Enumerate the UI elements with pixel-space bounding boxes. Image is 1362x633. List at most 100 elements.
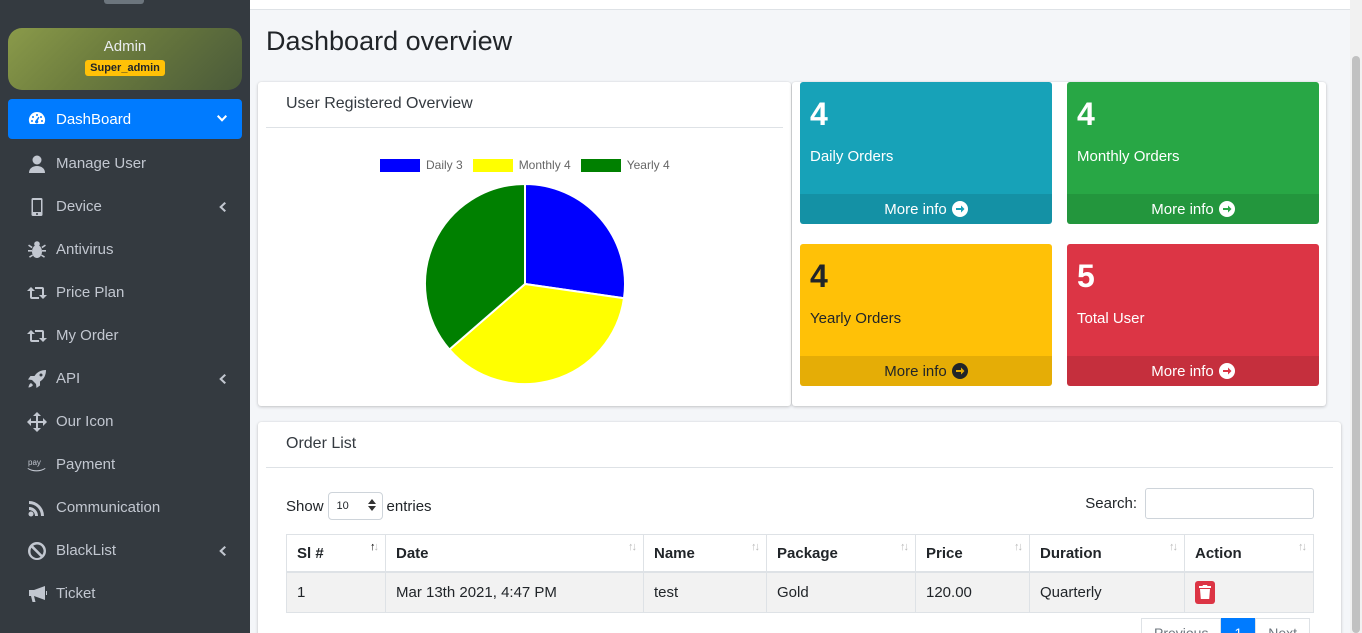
stat-value: 5 [1077, 258, 1095, 294]
more-info-label: More info [1151, 362, 1214, 380]
ban-icon [26, 541, 48, 561]
table-header-row: Sl # ↑↓ Date ↑↓ Name ↑↓ Package ↑↓ Price ↑↓ D… [286, 534, 1314, 573]
mobile-icon [26, 197, 48, 217]
sidebar-item-label: Manage User [56, 155, 147, 172]
arrow-circle-right-icon [951, 363, 968, 379]
retweet-icon [26, 283, 48, 303]
more-info-link[interactable]: More info [1067, 194, 1319, 224]
updown-icon [367, 498, 376, 514]
yearly-orders-box: 4 Yearly Orders More info [800, 244, 1052, 386]
stat-label: Total User [1077, 310, 1145, 327]
sidebar-item-blacklist[interactable]: BlackList [8, 529, 242, 572]
legend-swatch [472, 158, 513, 172]
previous-page-button[interactable]: Previous [1141, 618, 1222, 633]
more-info-label: More info [1151, 200, 1214, 218]
bug-icon [26, 240, 48, 260]
chevron-down-icon [216, 113, 228, 125]
legend-swatch [580, 158, 621, 172]
arrow-circle-right-icon [1218, 363, 1235, 379]
sort-icon: ↑↓ [1298, 541, 1307, 553]
column-header-package[interactable]: Package ↑↓ [766, 534, 916, 573]
stat-value: 4 [810, 258, 828, 294]
page-title: Dashboard overview [266, 26, 513, 56]
daily-orders-box: 4 Daily Orders More info [800, 82, 1052, 224]
user-icon [26, 154, 48, 174]
sidebar-item-my-order[interactable]: My Order [8, 314, 242, 357]
chart-legend: Daily 3 Monthly 4 Yearly 4 [380, 158, 680, 172]
sidebar-item-device[interactable]: Device [8, 185, 242, 228]
cell-name: test [643, 571, 767, 613]
sidebar-item-label: My Order [56, 327, 119, 344]
sort-icon: ↑↓ [1169, 541, 1178, 553]
page-button-current[interactable]: 1 [1221, 618, 1256, 633]
sidebar-item-dashboard[interactable]: DashBoard [8, 99, 242, 139]
column-header-price[interactable]: Price ↑↓ [915, 534, 1030, 573]
delete-button[interactable] [1195, 580, 1215, 604]
search-input[interactable] [1145, 488, 1314, 519]
sidebar-item-label: Price Plan [56, 284, 125, 301]
page-scrollbar[interactable] [1350, 0, 1362, 633]
order-list-card: Order List Show 10 entries Search: Sl # ↑… [258, 422, 1341, 633]
sidebar-item-ticket[interactable]: Ticket [8, 572, 242, 615]
stat-boxes: 4 Daily Orders More info 4 Monthly Order… [792, 82, 1326, 406]
arrow-circle-right-icon [1218, 201, 1235, 217]
sidebar-item-label: Ticket [56, 585, 96, 602]
legend-item[interactable]: Yearly 4 [580, 158, 670, 172]
length-prefix: Show [286, 497, 324, 515]
stat-value: 4 [810, 96, 828, 132]
sidebar-item-price-plan[interactable]: Price Plan [8, 271, 242, 314]
next-page-button[interactable]: Next [1255, 618, 1311, 633]
more-info-link[interactable]: More info [800, 194, 1052, 224]
column-header-duration[interactable]: Duration ↑↓ [1029, 534, 1185, 573]
card-title: Order List [266, 422, 1333, 468]
stat-label: Yearly Orders [810, 310, 902, 327]
sidebar-item-api[interactable]: API [8, 357, 242, 400]
legend-swatch [380, 158, 420, 172]
sidebar-item-manage-user[interactable]: Manage User [8, 142, 242, 185]
amazon-pay-icon: pay [26, 455, 48, 475]
stat-label: Daily Orders [810, 148, 894, 165]
sidebar-item-our-icon[interactable]: Our Icon [8, 400, 242, 443]
legend-item[interactable]: Daily 3 [380, 158, 463, 172]
entries-select[interactable]: 10 [327, 492, 383, 520]
sidebar-nav: DashBoard Manage User Device Antivirus P… [8, 99, 242, 615]
entries-length-control: Show 10 entries [286, 492, 432, 520]
column-header-date[interactable]: Date ↑↓ [385, 534, 644, 573]
pie-slice[interactable] [424, 182, 526, 351]
cell-date: Mar 13th 2021, 4:47 PM [385, 571, 644, 613]
brand-logo[interactable] [104, 0, 144, 4]
column-label: Action [1195, 544, 1242, 562]
cell-package: Gold [766, 571, 916, 613]
scrollbar-thumb[interactable] [1352, 56, 1360, 633]
column-label: Package [777, 544, 838, 562]
user-name[interactable]: Admin [8, 28, 242, 55]
more-info-link[interactable]: More info [1067, 356, 1319, 386]
legend-item[interactable]: Monthly 4 [472, 158, 571, 172]
arrows-move-icon [26, 411, 48, 432]
sidebar-item-label: API [56, 370, 81, 387]
column-header-action[interactable]: Action ↑↓ [1184, 534, 1314, 573]
sidebar-item-antivirus[interactable]: Antivirus [8, 228, 242, 271]
sidebar-item-label: Payment [56, 456, 116, 473]
pie-slice[interactable] [448, 282, 626, 385]
sidebar-item-label: Our Icon [56, 413, 114, 430]
sort-icon: ↑↓ [628, 541, 637, 553]
legend-label: Monthly 4 [518, 158, 571, 172]
sidebar-item-communication[interactable]: Communication [8, 486, 242, 529]
column-label: Date [396, 544, 429, 562]
column-header-sl[interactable]: Sl # ↑↓ [286, 534, 386, 573]
total-user-box: 5 Total User More info [1067, 244, 1319, 386]
pie-slice[interactable] [524, 182, 626, 300]
search-label: Search: [1085, 495, 1137, 512]
sidebar-item-label: Device [56, 198, 102, 215]
stat-label: Monthly Orders [1077, 148, 1180, 165]
table-search: Search: [1085, 488, 1314, 519]
top-navbar [250, 0, 1350, 10]
legend-label: Yearly 4 [626, 158, 670, 172]
column-header-name[interactable]: Name ↑↓ [643, 534, 767, 573]
more-info-link[interactable]: More info [800, 356, 1052, 386]
sidebar-item-payment[interactable]: pay Payment [8, 443, 242, 486]
user-registered-card: User Registered Overview Daily 3 Monthly … [258, 82, 791, 406]
arrow-circle-right-icon [951, 201, 968, 217]
length-suffix: entries [386, 497, 432, 515]
